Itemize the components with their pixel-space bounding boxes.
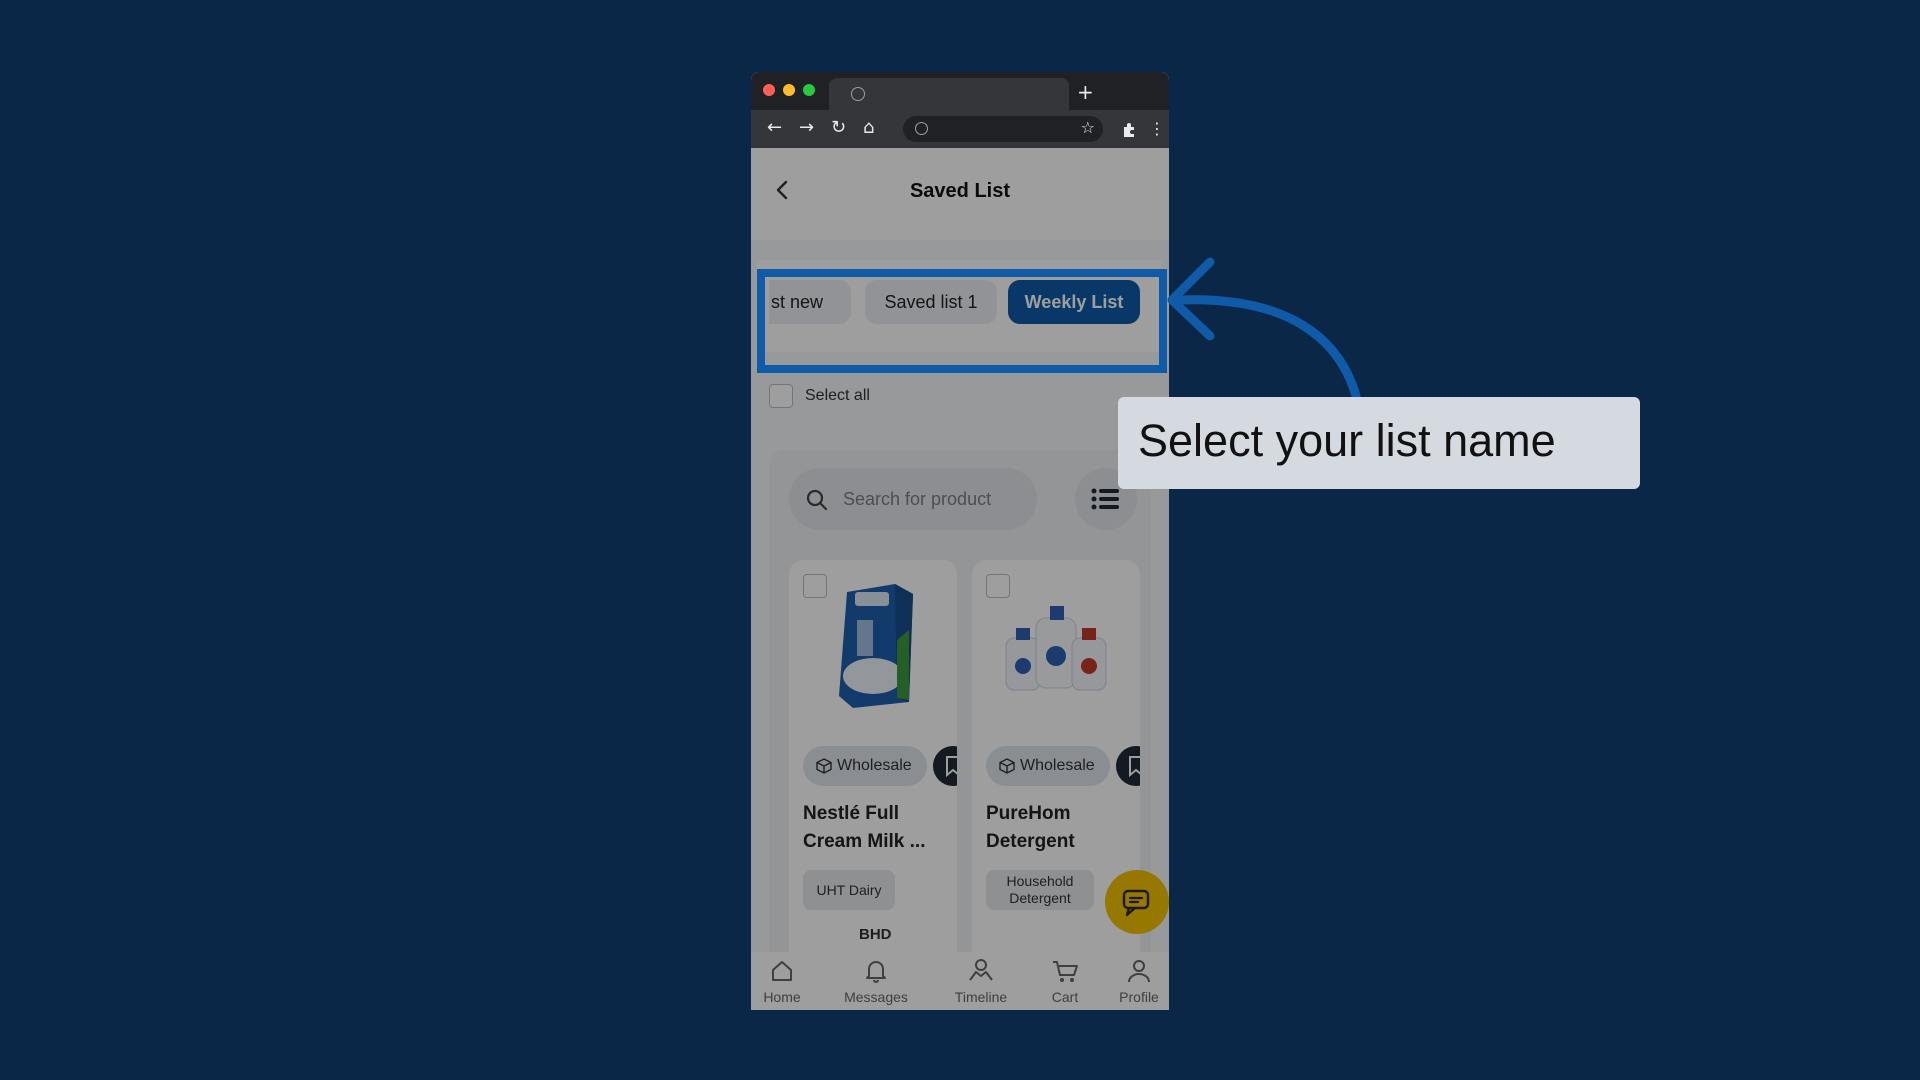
save-to-list-button[interactable]: [1116, 746, 1140, 786]
browser-tab[interactable]: [829, 78, 1069, 110]
search-box[interactable]: [789, 468, 1037, 530]
profile-icon: [1128, 960, 1150, 983]
bottom-navigation: Home Messages Timeline Cart Profile: [751, 952, 1169, 1010]
product-card[interactable]: Wholesale Nestlé Full Cream Milk ... UHT…: [789, 560, 957, 980]
detergent-bottles-image: [1005, 606, 1107, 691]
page-title: Saved List: [909, 180, 1011, 202]
minimize-window-button[interactable]: [783, 84, 795, 96]
select-all-label: Select all: [805, 387, 870, 404]
home-icon: [772, 961, 792, 981]
cart-icon: [1053, 961, 1078, 982]
wholesale-badge[interactable]: Wholesale: [986, 746, 1110, 786]
nav-cart[interactable]: Cart: [1045, 958, 1085, 1005]
bookmark-star-icon[interactable]: ☆: [1081, 118, 1095, 137]
app-header: Saved List: [751, 148, 1169, 240]
wholesale-label: Wholesale: [837, 757, 912, 774]
close-window-button[interactable]: [763, 84, 775, 96]
select-all-checkbox[interactable]: [769, 384, 793, 408]
home-browser-icon[interactable]: ⌂: [863, 117, 874, 139]
globe-icon: [851, 87, 865, 101]
nav-messages[interactable]: Messages: [839, 958, 913, 1005]
browser-toolbar: ← → ↻ ⌂ ☆ ⋮: [751, 110, 1169, 148]
instruction-tooltip: Select your list name: [1118, 397, 1640, 489]
save-to-list-button[interactable]: [933, 746, 957, 786]
nav-profile[interactable]: Profile: [1113, 958, 1165, 1005]
search-input[interactable]: [843, 488, 1023, 510]
bookmark-icon: [946, 756, 957, 778]
site-info-icon: [915, 122, 928, 135]
bell-icon: [866, 961, 886, 983]
chat-fab-button[interactable]: [1105, 870, 1169, 934]
wholesale-label: Wholesale: [1020, 757, 1095, 774]
category-tag: UHT Dairy: [803, 870, 895, 910]
product-name[interactable]: PureHom Detergent: [986, 800, 1136, 856]
browser-menu-icon[interactable]: ⋮: [1149, 118, 1165, 140]
price-currency: BHD: [859, 926, 892, 943]
extensions-icon[interactable]: [1121, 122, 1137, 138]
browser-tab-strip: +: [751, 72, 1169, 110]
address-bar[interactable]: ☆: [903, 116, 1103, 142]
category-tag: Household Detergent: [986, 870, 1094, 910]
milk-carton-image: [839, 584, 913, 708]
box-icon: [816, 758, 832, 774]
nav-home[interactable]: Home: [761, 958, 803, 1005]
box-icon: [999, 758, 1015, 774]
annotation-arrow-icon: [1167, 257, 1361, 401]
nav-timeline[interactable]: Timeline: [949, 958, 1013, 1005]
chat-icon: [1122, 889, 1150, 917]
back-arrow-icon[interactable]: ←: [767, 117, 782, 139]
new-tab-button[interactable]: +: [1077, 80, 1094, 104]
product-name[interactable]: Nestlé Full Cream Milk ...: [803, 800, 953, 856]
product-list-panel: Wholesale Nestlé Full Cream Milk ... UHT…: [769, 450, 1151, 1010]
bookmark-icon: [1129, 756, 1140, 778]
wholesale-badge[interactable]: Wholesale: [803, 746, 927, 786]
forward-arrow-icon[interactable]: →: [799, 117, 814, 139]
search-icon: [806, 489, 828, 511]
timeline-icon: [969, 959, 993, 981]
reload-icon[interactable]: ↻: [831, 117, 846, 139]
browser-window: + ← → ↻ ⌂ ☆ ⋮ Saved List st new Saved li…: [751, 72, 1169, 1010]
maximize-window-button[interactable]: [803, 84, 815, 96]
highlight-frame: [757, 269, 1167, 373]
tooltip-text: Select your list name: [1138, 415, 1556, 466]
